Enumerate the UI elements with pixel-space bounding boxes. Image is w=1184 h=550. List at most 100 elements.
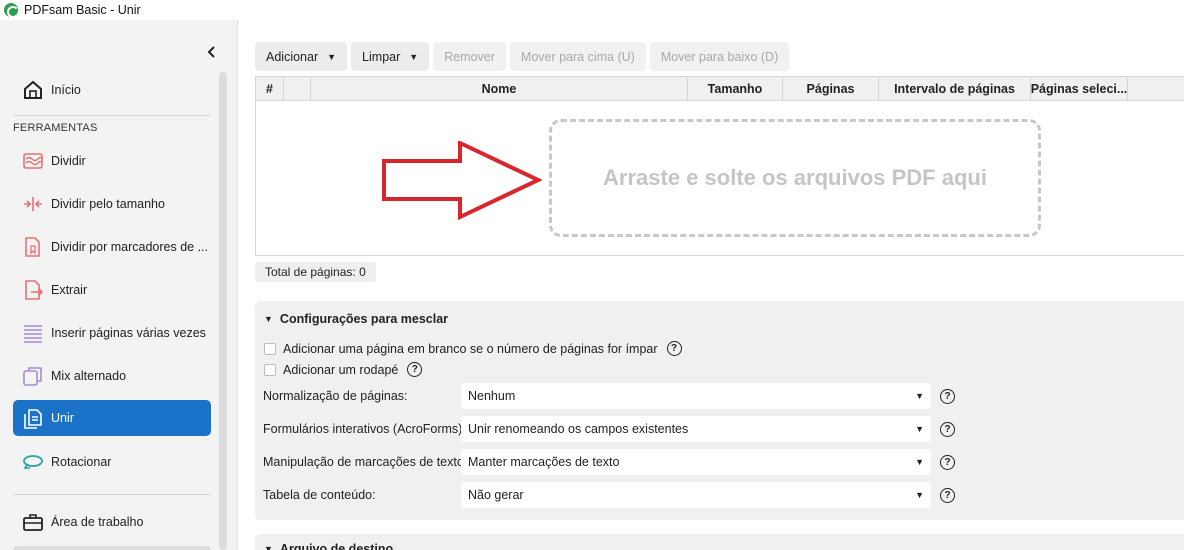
column-header-number[interactable]: # xyxy=(256,77,284,100)
bookmarks-select[interactable]: Manter marcações de texto ▼ xyxy=(461,449,931,475)
bookmarks-label: Manipulação de marcações de texto: xyxy=(263,455,468,469)
help-icon[interactable]: ? xyxy=(940,454,955,470)
sidebar-item-label: Dividir pelo tamanho xyxy=(51,197,165,211)
column-header-name[interactable]: Nome xyxy=(311,77,688,100)
clear-button-label: Limpar xyxy=(362,49,401,64)
move-up-button[interactable]: Mover para cima (U) xyxy=(509,42,646,71)
destination-header[interactable]: ▼ Arquivo de destino xyxy=(264,542,393,550)
normalization-select[interactable]: Nenhum ▼ xyxy=(461,383,931,409)
acroforms-label: Formulários interativos (AcroForms) xyxy=(263,422,463,436)
normalization-label: Normalização de páginas: xyxy=(263,389,408,403)
destination-title: Arquivo de destino xyxy=(279,542,394,550)
briefcase-icon xyxy=(21,510,45,534)
column-header-page-range[interactable]: Intervalo de páginas xyxy=(879,77,1031,100)
help-icon[interactable]: ? xyxy=(940,487,955,503)
sidebar-item-split-by-bookmarks[interactable]: Dividir por marcadores de ... xyxy=(13,229,211,265)
files-table[interactable]: # Nome Tamanho Páginas Intervalo de pági… xyxy=(255,76,1184,256)
sidebar-bottom-item[interactable] xyxy=(13,546,211,550)
split-icon xyxy=(21,149,45,173)
acroforms-value: Unir renomeando os campos existentes xyxy=(468,422,689,436)
column-header-size[interactable]: Tamanho xyxy=(688,77,783,100)
collapse-sidebar-icon[interactable] xyxy=(204,44,220,60)
title-bar: PDFsam Basic - Unir xyxy=(0,0,1184,20)
help-icon[interactable]: ? xyxy=(940,388,955,404)
footer-checkbox[interactable] xyxy=(264,363,276,376)
column-header-status[interactable] xyxy=(284,77,311,100)
footer-label: Adicionar um rodapé xyxy=(283,362,399,377)
rotate-icon xyxy=(21,450,45,474)
main-content: Adicionar ▼ Limpar ▼ Remover Mover para … xyxy=(239,20,1184,550)
move-down-button[interactable]: Mover para baixo (D) xyxy=(649,42,790,71)
bookmarks-value: Manter marcações de texto xyxy=(468,455,620,469)
window-title: PDFsam Basic - Unir xyxy=(24,3,141,17)
insert-pages-icon xyxy=(21,321,45,345)
total-pages-label: Total de páginas: 0 xyxy=(255,262,376,282)
footer-option: Adicionar um rodapé ? xyxy=(264,362,423,377)
sidebar-item-split[interactable]: Dividir xyxy=(13,143,211,179)
sidebar-item-label: Dividir por marcadores de ... xyxy=(51,240,209,254)
acroforms-row: Formulários interativos (AcroForms) Unir… xyxy=(263,416,963,442)
sidebar-item-label: Início xyxy=(51,83,81,97)
sidebar-item-insert-pages[interactable]: Inserir páginas várias vezes xyxy=(13,315,211,351)
section-label-tools: FERRAMENTAS xyxy=(13,122,98,134)
chevron-down-icon: ▼ xyxy=(915,391,924,401)
sidebar-item-label: Unir xyxy=(51,411,74,425)
toolbar: Adicionar ▼ Limpar ▼ Remover Mover para … xyxy=(255,42,790,71)
divider xyxy=(13,494,211,495)
sidebar-item-alternate-mix[interactable]: Mix alternado xyxy=(13,358,211,394)
clear-button[interactable]: Limpar ▼ xyxy=(351,42,430,71)
sidebar-item-workspace[interactable]: Área de trabalho xyxy=(13,504,211,540)
app-logo-icon xyxy=(4,3,19,18)
sidebar-item-label: Rotacionar xyxy=(51,455,112,469)
sidebar-item-label: Mix alternado xyxy=(51,369,127,383)
home-icon xyxy=(21,78,45,102)
chevron-down-icon: ▼ xyxy=(327,51,337,62)
column-header-selected-pages[interactable]: Páginas seleci... xyxy=(1031,77,1128,100)
sidebar-item-extract[interactable]: Extrair xyxy=(13,272,211,308)
chevron-down-icon: ▼ xyxy=(409,51,419,62)
sidebar-item-rotate[interactable]: Rotacionar xyxy=(13,444,211,480)
acroforms-select[interactable]: Unir renomeando os campos existentes ▼ xyxy=(461,416,931,442)
sidebar: Início FERRAMENTAS Dividir Dividir pelo … xyxy=(0,20,238,550)
sidebar-scrollbar[interactable] xyxy=(219,72,227,550)
drop-zone-text: Arraste e solte os arquivos PDF aqui xyxy=(603,165,987,190)
drop-hint-arrow-icon xyxy=(382,141,542,221)
blank-page-option: Adicionar uma página em branco se o núme… xyxy=(264,341,682,356)
sidebar-item-merge[interactable]: Unir xyxy=(13,400,211,436)
sidebar-item-label: Inserir páginas várias vezes xyxy=(51,326,206,340)
collapse-triangle-icon: ▼ xyxy=(264,314,273,324)
toc-value: Não gerar xyxy=(468,488,524,502)
add-button-label: Adicionar xyxy=(266,49,319,64)
column-header-pages[interactable]: Páginas xyxy=(783,77,879,100)
divider xyxy=(13,115,211,116)
merge-settings-header[interactable]: ▼ Configurações para mesclar xyxy=(264,312,448,326)
merge-settings-panel: ▼ Configurações para mesclar Adicionar u… xyxy=(255,301,1184,520)
normalization-row: Normalização de páginas: Nenhum ▼ ? xyxy=(263,383,963,409)
chevron-down-icon: ▼ xyxy=(915,490,924,500)
help-icon[interactable]: ? xyxy=(940,421,955,437)
split-by-size-icon xyxy=(21,192,45,216)
sidebar-item-label: Dividir xyxy=(51,154,86,168)
chevron-down-icon: ▼ xyxy=(915,424,924,434)
alternate-mix-icon xyxy=(21,364,45,388)
merge-settings-title: Configurações para mesclar xyxy=(279,312,449,326)
blank-page-label: Adicionar uma página em branco se o núme… xyxy=(283,341,658,356)
add-button[interactable]: Adicionar ▼ xyxy=(255,42,348,71)
bookmarks-row: Manipulação de marcações de texto: Mante… xyxy=(263,449,963,475)
blank-page-checkbox[interactable] xyxy=(264,342,276,355)
extract-icon xyxy=(21,278,45,302)
merge-icon xyxy=(21,406,45,430)
sidebar-item-home[interactable]: Início xyxy=(13,72,211,108)
destination-panel: ▼ Arquivo de destino xyxy=(255,534,1184,550)
remove-button[interactable]: Remover xyxy=(433,42,506,71)
help-icon[interactable]: ? xyxy=(666,341,682,356)
normalization-value: Nenhum xyxy=(468,389,516,403)
sidebar-item-label: Extrair xyxy=(51,283,88,297)
sidebar-item-split-by-size[interactable]: Dividir pelo tamanho xyxy=(13,186,211,222)
drop-zone[interactable]: Arraste e solte os arquivos PDF aqui xyxy=(549,119,1041,237)
sidebar-item-label: Área de trabalho xyxy=(51,515,144,529)
table-header: # Nome Tamanho Páginas Intervalo de pági… xyxy=(256,77,1184,101)
help-icon[interactable]: ? xyxy=(407,362,423,377)
toc-select[interactable]: Não gerar ▼ xyxy=(461,482,931,508)
toc-label: Tabela de conteúdo: xyxy=(263,488,376,502)
